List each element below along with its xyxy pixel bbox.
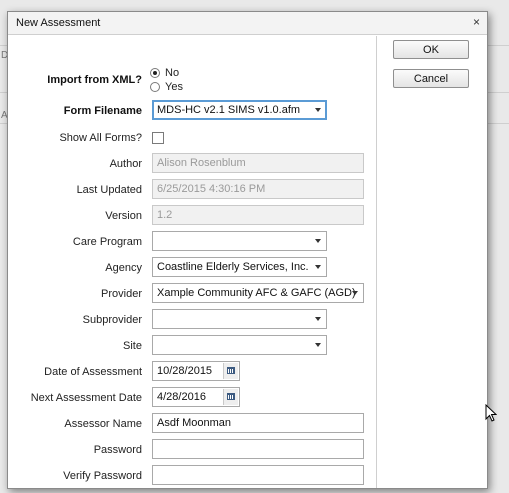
author-value: Alison Rosenblum — [157, 157, 246, 169]
chevron-down-icon — [315, 108, 321, 112]
password-input[interactable] — [152, 439, 364, 459]
radio-yes[interactable] — [150, 82, 160, 92]
chevron-down-icon — [315, 317, 321, 321]
close-icon[interactable]: × — [473, 15, 480, 29]
next-assessment-date-value: 4/28/2016 — [157, 391, 206, 403]
radio-no[interactable] — [150, 68, 160, 78]
site-label: Site — [123, 340, 142, 352]
provider-label: Provider — [101, 288, 142, 300]
assessor-name-input[interactable]: Asdf Moonman — [152, 413, 364, 433]
cancel-button[interactable]: Cancel — [393, 69, 469, 88]
radio-yes-label: Yes — [165, 81, 183, 93]
chevron-down-icon — [352, 291, 358, 295]
agency-label: Agency — [105, 262, 142, 274]
date-of-assessment-field[interactable]: 10/28/2015 — [152, 361, 240, 381]
author-label: Author — [109, 158, 142, 170]
radio-no-label: No — [165, 67, 180, 79]
calendar-icon[interactable] — [223, 389, 238, 405]
agency-select[interactable]: Coastline Elderly Services, Inc. — [152, 257, 327, 277]
date-of-assessment-label: Date of Assessment — [44, 366, 142, 378]
dialog-titlebar: New Assessment × — [8, 12, 487, 35]
form-filename-label: Form Filename — [63, 105, 142, 117]
provider-select[interactable]: Xample Community AFC & GAFC (AGD) — [152, 283, 364, 303]
subprovider-select[interactable] — [152, 309, 327, 329]
author-field: Alison Rosenblum — [152, 153, 364, 173]
version-value: 1.2 — [157, 209, 173, 221]
last-updated-label: Last Updated — [76, 184, 142, 196]
agency-value: Coastline Elderly Services, Inc. — [157, 261, 309, 273]
calendar-icon[interactable] — [223, 363, 238, 379]
assessor-name-label: Assessor Name — [64, 418, 142, 430]
assessor-name-value: Asdf Moonman — [157, 417, 231, 429]
next-assessment-date-field[interactable]: 4/28/2016 — [152, 387, 240, 407]
form-filename-value: MDS-HC v2.1 SIMS v1.0.afm — [157, 104, 301, 116]
mouse-pointer-icon — [485, 404, 497, 422]
dialog-title: New Assessment — [16, 17, 101, 29]
care-program-label: Care Program — [72, 236, 142, 248]
last-updated-value: 6/25/2015 4:30:16 PM — [157, 183, 266, 195]
import-xml-label: Import from XML? — [47, 74, 142, 86]
provider-value: Xample Community AFC & GAFC (AGD) — [157, 287, 356, 299]
new-assessment-dialog: New Assessment × Import from XML? No Yes… — [7, 11, 488, 489]
import-xml-yes-option[interactable]: Yes — [150, 81, 183, 93]
version-field: 1.2 — [152, 205, 364, 225]
import-xml-no-option[interactable]: No — [150, 67, 179, 79]
show-all-forms-checkbox[interactable] — [152, 132, 164, 144]
version-label: Version — [105, 210, 142, 222]
care-program-select[interactable] — [152, 231, 327, 251]
form-filename-select[interactable]: MDS-HC v2.1 SIMS v1.0.afm — [152, 100, 327, 120]
assessment-form: Import from XML? No Yes Form Filename MD… — [12, 36, 377, 488]
next-assessment-date-label: Next Assessment Date — [30, 392, 142, 404]
chevron-down-icon — [315, 343, 321, 347]
verify-password-label: Verify Password — [63, 470, 142, 482]
date-of-assessment-value: 10/28/2015 — [157, 365, 213, 377]
verify-password-input[interactable] — [152, 465, 364, 485]
subprovider-label: Subprovider — [82, 314, 142, 326]
chevron-down-icon — [315, 265, 321, 269]
show-all-forms-label: Show All Forms? — [59, 132, 142, 144]
ok-button[interactable]: OK — [393, 40, 469, 59]
password-label: Password — [93, 444, 142, 456]
site-select[interactable] — [152, 335, 327, 355]
chevron-down-icon — [315, 239, 321, 243]
last-updated-field: 6/25/2015 4:30:16 PM — [152, 179, 364, 199]
